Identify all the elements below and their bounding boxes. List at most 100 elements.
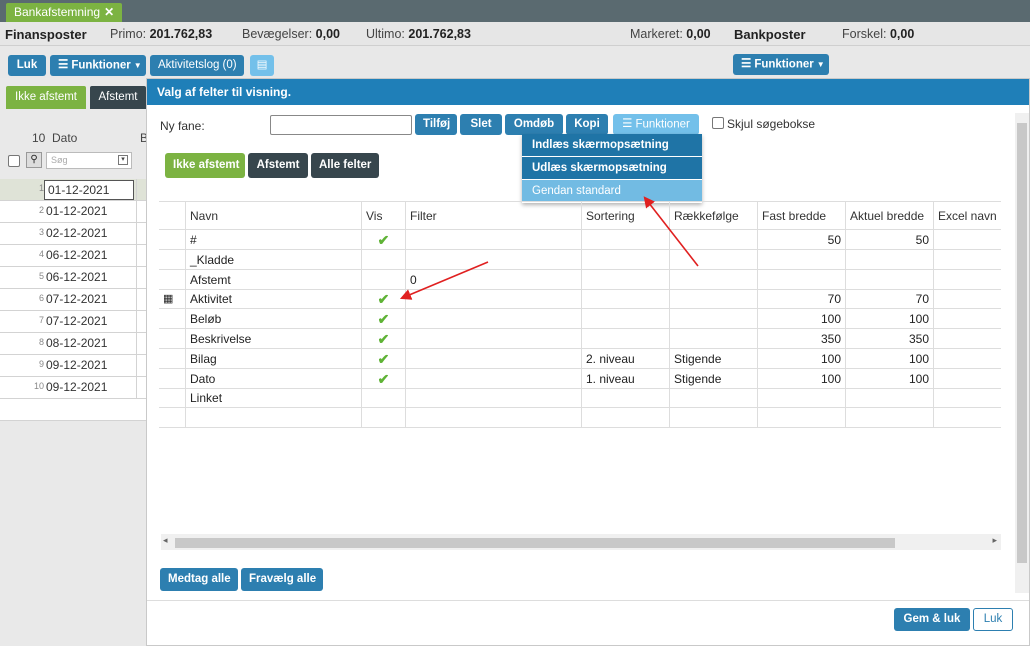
binoculars-icon[interactable]: ⚲: [26, 152, 42, 168]
select-all-checkbox[interactable]: [8, 155, 20, 167]
cell-fast: [757, 269, 845, 290]
left-table-row[interactable]: 6 07-12-2021: [0, 289, 148, 311]
cell-navn: Dato: [185, 368, 361, 389]
modal-tab-alle-felter[interactable]: Alle felter: [311, 153, 379, 178]
col-raekkefoelge[interactable]: Rækkefølge: [669, 202, 757, 230]
horizontal-scrollbar[interactable]: ◂ ▸: [161, 534, 1001, 550]
menu-item-gendan[interactable]: Gendan standard: [522, 180, 702, 203]
modal-funktioner-button[interactable]: ☰ Funktioner: [613, 114, 699, 135]
tab-ikke-afstemt[interactable]: Ikke afstemt: [6, 86, 86, 109]
table-row[interactable]: [159, 408, 1001, 429]
medtag-alle-button[interactable]: Medtag alle: [160, 568, 238, 591]
vertical-scroll-thumb[interactable]: [1017, 123, 1027, 563]
close-icon[interactable]: ✕: [104, 5, 114, 19]
table-row[interactable]: ▦ Aktivitet ✔ 70 70: [159, 289, 1001, 310]
modal-luk-button[interactable]: Luk: [973, 608, 1013, 631]
cell-vis[interactable]: ✔: [361, 309, 405, 330]
scroll-left-icon[interactable]: ◂: [163, 535, 168, 546]
col-excel-navn[interactable]: Excel navn: [933, 202, 1001, 230]
cell-filter: [405, 309, 581, 330]
modal-tab-afstemt[interactable]: Afstemt: [248, 153, 308, 178]
cell-vis[interactable]: ✔: [361, 289, 405, 310]
checkmark-icon[interactable]: ✔: [378, 311, 390, 327]
fravaelg-alle-button[interactable]: Fravælg alle: [241, 568, 323, 591]
table-row[interactable]: Afstemt 0: [159, 269, 1001, 290]
cell-aktuel: 70: [845, 289, 933, 310]
table-row[interactable]: Beløb ✔ 100 100: [159, 309, 1001, 330]
tab-afstemt[interactable]: Afstemt: [90, 86, 146, 109]
tab-bankafstemning[interactable]: Bankafstemning ✕: [6, 3, 123, 22]
funktioner-menu-button[interactable]: ☰ Funktioner ▼: [50, 55, 146, 76]
table-row[interactable]: # ✔ 50 50: [159, 230, 1001, 250]
search-input[interactable]: Søg ▾: [46, 152, 132, 169]
table-row[interactable]: Linket: [159, 388, 1001, 409]
cards-icon-button[interactable]: ▤: [250, 55, 274, 76]
slet-button[interactable]: Slet: [460, 114, 502, 135]
left-table-row[interactable]: 10 09-12-2021: [0, 377, 148, 399]
cell-fast: 100: [757, 368, 845, 389]
row-date: 01-12-2021: [44, 180, 134, 200]
caret-down-icon: ▼: [133, 61, 142, 70]
cell-excel: [933, 408, 1001, 429]
col-filter[interactable]: Filter: [405, 202, 581, 230]
modal-tab-ikke-afstemt[interactable]: Ikke afstemt: [165, 153, 245, 178]
tilfoej-button[interactable]: Tilføj: [415, 114, 457, 135]
left-table-row[interactable]: 3 02-12-2021: [0, 223, 148, 245]
cell-excel: [933, 289, 1001, 310]
luk-button[interactable]: Luk: [8, 55, 46, 76]
checkmark-icon[interactable]: ✔: [378, 232, 390, 248]
row-date: 01-12-2021: [46, 204, 108, 218]
left-table-row[interactable]: 1 01-12-2021: [0, 179, 148, 201]
col-vis[interactable]: Vis: [361, 202, 405, 230]
table-row[interactable]: Bilag ✔ 2. niveau Stigende 100 100: [159, 348, 1001, 369]
skjul-checkbox[interactable]: [712, 117, 724, 129]
menu-item-udlaes[interactable]: Udlæs skærmopsætning: [522, 157, 702, 180]
col-fast-bredde[interactable]: Fast bredde: [757, 202, 845, 230]
cell-vis[interactable]: [361, 388, 405, 409]
checkmark-icon[interactable]: ✔: [378, 331, 390, 347]
cell-vis[interactable]: [361, 408, 405, 429]
col-aktuel-bredde[interactable]: Aktuel bredde: [845, 202, 933, 230]
left-table-row[interactable]: 5 06-12-2021: [0, 267, 148, 289]
cell-vis[interactable]: ✔: [361, 230, 405, 250]
funktioner-right-button[interactable]: ☰ Funktioner ▼: [733, 54, 829, 75]
aktivitetslog-button[interactable]: Aktivitetslog (0): [150, 55, 244, 76]
vertical-scrollbar[interactable]: [1015, 113, 1029, 593]
cell-aktuel: 350: [845, 329, 933, 349]
table-row[interactable]: _Kladde: [159, 249, 1001, 270]
cell-vis[interactable]: ✔: [361, 348, 405, 369]
cell-vis[interactable]: [361, 269, 405, 290]
row-date: 07-12-2021: [46, 314, 108, 328]
ny-fane-input[interactable]: [270, 115, 412, 135]
scroll-right-icon[interactable]: ▸: [992, 535, 997, 546]
row-icon-cell: [159, 369, 185, 389]
omdoeb-button[interactable]: Omdøb: [505, 114, 563, 135]
row-number: 2: [38, 205, 44, 215]
cell-aktuel: [845, 408, 933, 429]
cell-vis[interactable]: [361, 249, 405, 270]
menu-item-indlaes[interactable]: Indlæs skærmopsætning: [522, 134, 702, 157]
left-table-row[interactable]: 2 01-12-2021: [0, 201, 148, 223]
horizontal-scroll-thumb[interactable]: [175, 538, 895, 548]
gem-luk-button[interactable]: Gem & luk: [894, 608, 970, 631]
left-table-row[interactable]: 4 06-12-2021: [0, 245, 148, 267]
cell-vis[interactable]: ✔: [361, 329, 405, 349]
col-navn[interactable]: Navn: [185, 202, 361, 230]
cell-filter: [405, 408, 581, 429]
row-date: 02-12-2021: [46, 226, 108, 240]
filter-dropdown-icon[interactable]: ▾: [118, 155, 128, 165]
cell-vis[interactable]: ✔: [361, 368, 405, 389]
column-separator: [136, 267, 137, 289]
column-separator: [136, 223, 137, 245]
table-row[interactable]: Beskrivelse ✔ 350 350: [159, 329, 1001, 349]
checkmark-icon[interactable]: ✔: [378, 351, 390, 367]
checkmark-icon[interactable]: ✔: [378, 371, 390, 387]
col-sortering[interactable]: Sortering: [581, 202, 669, 230]
kopi-button[interactable]: Kopi: [566, 114, 608, 135]
tab-bar: [0, 0, 1030, 22]
left-table-row[interactable]: 7 07-12-2021: [0, 311, 148, 333]
left-table-row[interactable]: 9 09-12-2021: [0, 355, 148, 377]
table-row[interactable]: Dato ✔ 1. niveau Stigende 100 100: [159, 368, 1001, 389]
left-table-row[interactable]: 8 08-12-2021: [0, 333, 148, 355]
checkmark-icon[interactable]: ✔: [378, 291, 390, 307]
